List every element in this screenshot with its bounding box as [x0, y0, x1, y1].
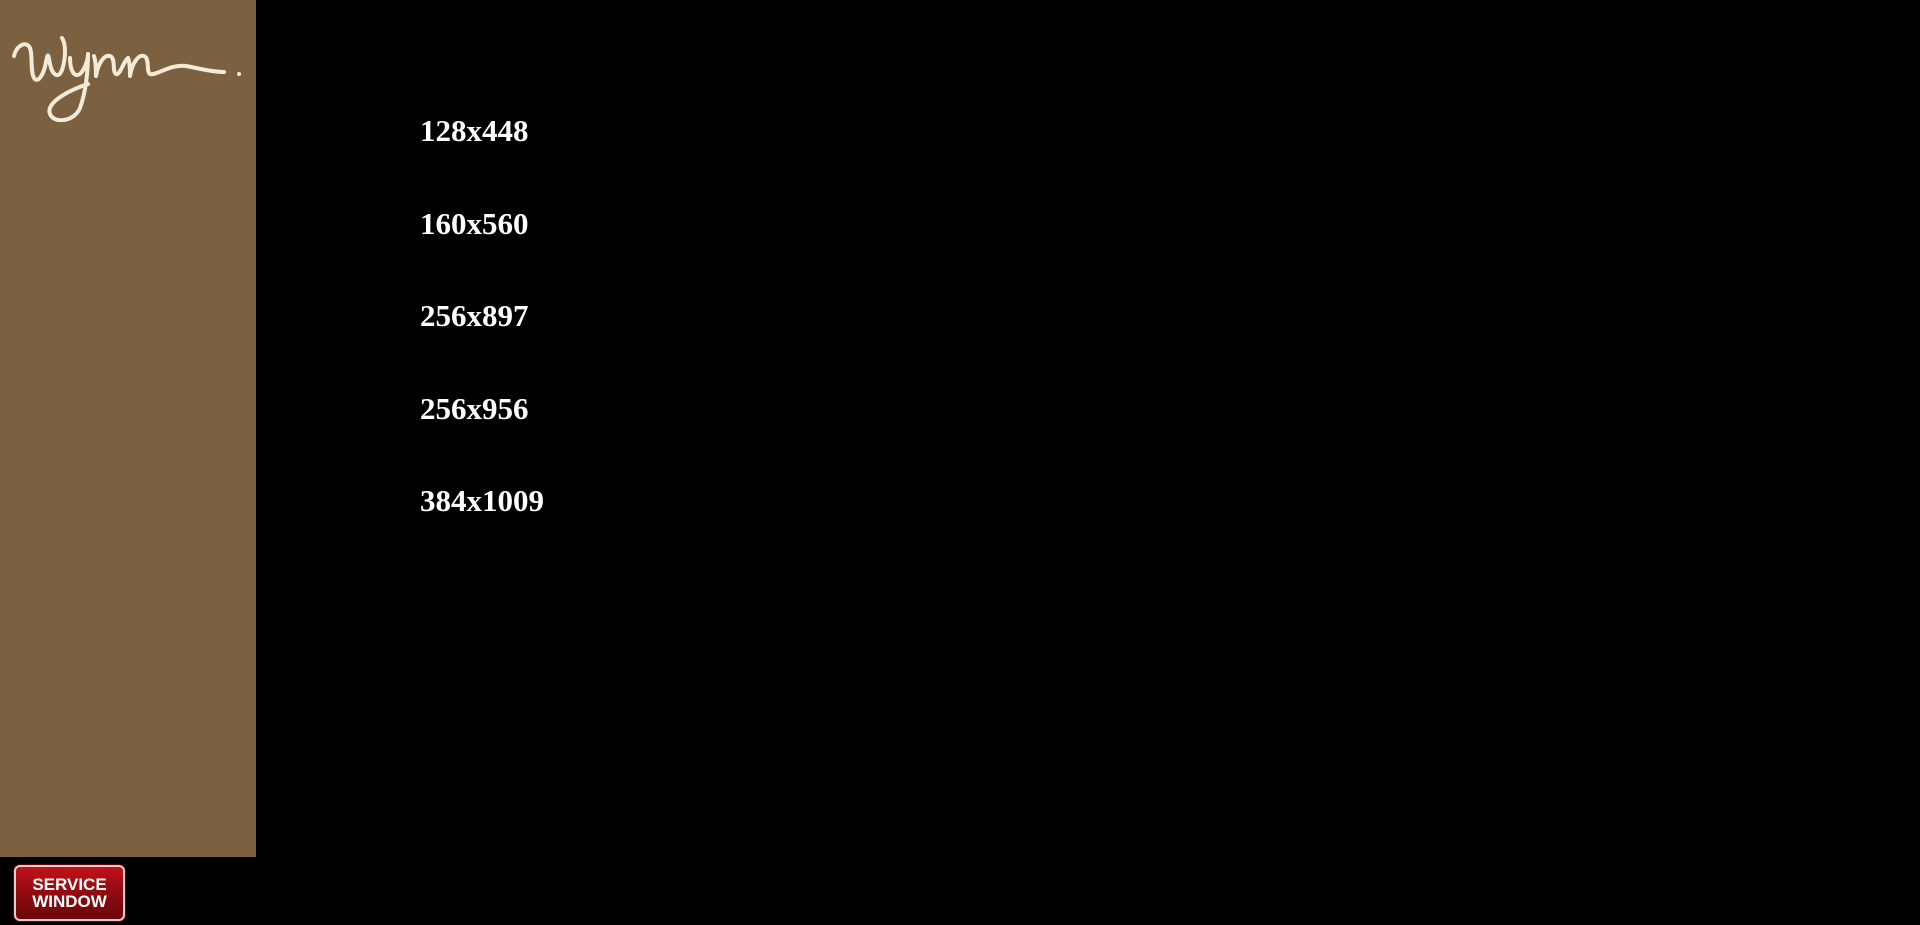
service-window-button-line1: SERVICE — [32, 875, 107, 894]
brand-sidebar — [0, 0, 256, 857]
resolution-link-160x560[interactable]: 160x560 — [420, 203, 544, 296]
resolution-list: 128x448 160x560 256x897 256x956 384x1009 — [420, 110, 544, 573]
resolution-link-384x1009[interactable]: 384x1009 — [420, 480, 544, 573]
service-window-button-line2: WINDOW — [32, 892, 107, 911]
list-item: 256x956 — [420, 388, 544, 481]
list-item: 256x897 — [420, 295, 544, 388]
resolution-link-128x448[interactable]: 128x448 — [420, 110, 544, 203]
list-item: 128x448 — [420, 110, 544, 203]
wynn-signature-logo-icon — [12, 36, 241, 122]
list-item: 160x560 — [420, 203, 544, 296]
resolution-link-256x897[interactable]: 256x897 — [420, 295, 544, 388]
list-item: 384x1009 — [420, 480, 544, 573]
wynn-logo — [10, 10, 246, 122]
service-window-button[interactable]: SERVICE WINDOW — [14, 865, 125, 921]
resolution-link-256x956[interactable]: 256x956 — [420, 388, 544, 481]
